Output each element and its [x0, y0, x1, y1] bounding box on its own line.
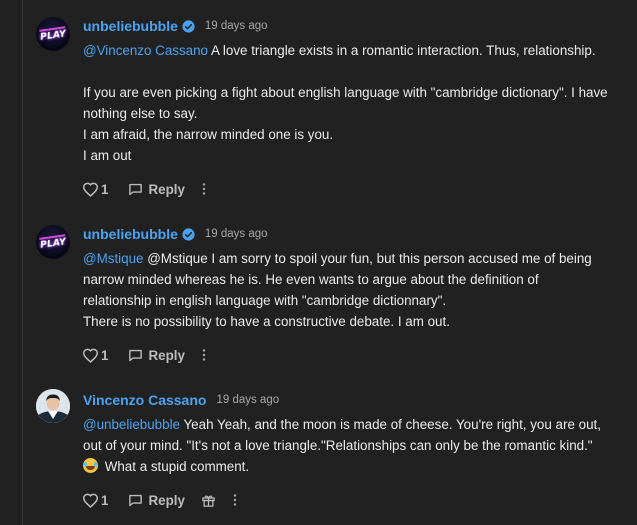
more-options-button[interactable]	[201, 182, 207, 196]
comment-header: unbeliebubble 19 days ago	[83, 224, 268, 244]
reply-label: Reply	[148, 347, 185, 363]
comment-line: out of your mind. "It's not a love trian…	[83, 438, 593, 453]
mention-link[interactable]: @Mstique	[83, 251, 143, 266]
author-name[interactable]: Vincenzo Cassano	[83, 392, 206, 408]
comment-line: If you are even picking a fight about en…	[83, 85, 608, 100]
comment-body: @unbeliebubble Yeah Yeah, and the moon i…	[83, 414, 623, 477]
more-vertical-icon	[202, 183, 206, 195]
thread-line	[22, 0, 23, 525]
reply-label: Reply	[148, 181, 185, 197]
gift-button[interactable]	[201, 493, 216, 508]
comment-line: There is no possibility to have a constr…	[83, 314, 450, 329]
mention-link[interactable]: @Vincenzo Cassano	[83, 43, 208, 58]
like-button[interactable]: 1	[82, 493, 108, 508]
verified-badge-icon	[182, 19, 195, 33]
reply-button[interactable]: Reply	[128, 492, 185, 508]
comment-line: @Mstique @Mstique I am sorry to spoil yo…	[83, 248, 623, 269]
comment-text: Yeah Yeah, and the moon is made of chees…	[180, 417, 601, 432]
reply-bubble-icon	[129, 183, 143, 195]
verified-badge-icon	[182, 227, 195, 241]
comment-body: @Mstique @Mstique I am sorry to spoil yo…	[83, 248, 623, 332]
reply-bubble-icon	[129, 494, 143, 506]
like-count: 1	[101, 347, 109, 363]
comment-line: What a stupid comment.	[83, 456, 623, 477]
heart-icon	[82, 493, 99, 508]
avatar[interactable]: PLAY	[36, 225, 70, 259]
mention-link[interactable]: @unbeliebubble	[83, 417, 180, 432]
comment-header: unbeliebubble 19 days ago	[83, 16, 268, 36]
more-vertical-icon	[202, 349, 206, 361]
heart-icon	[82, 182, 99, 197]
like-button[interactable]: 1	[82, 182, 108, 197]
avatar-logo-text: PLAY	[39, 233, 67, 251]
more-options-button[interactable]	[201, 348, 207, 362]
heart-icon	[82, 348, 99, 363]
avatar-logo-text: PLAY	[39, 25, 67, 43]
comment-line: @unbeliebubble Yeah Yeah, and the moon i…	[83, 414, 623, 435]
reply-label: Reply	[148, 492, 185, 508]
comment-line: narrow minded whereas he is. He even wan…	[83, 272, 539, 287]
like-button[interactable]: 1	[82, 348, 108, 363]
comment-text: A love triangle exists in a romantic int…	[208, 43, 596, 58]
comment-header: Vincenzo Cassano 19 days ago	[83, 390, 279, 410]
reply-button[interactable]: Reply	[128, 347, 185, 363]
comment-line: I am out	[83, 148, 132, 163]
comment-actions: 1 Reply	[82, 179, 207, 199]
reply-bubble-icon	[129, 349, 143, 361]
avatar[interactable]: PLAY	[36, 17, 70, 51]
comment-actions: 1 Reply	[82, 345, 207, 365]
timestamp: 19 days ago	[216, 394, 280, 406]
more-options-button[interactable]	[232, 493, 238, 507]
comment-line: I am afraid, the narrow minded one is yo…	[83, 127, 334, 142]
comment-line: @Vincenzo Cassano A love triangle exists…	[83, 40, 623, 61]
comment-line: relationship in english language with "c…	[83, 293, 447, 308]
timestamp: 19 days ago	[204, 20, 268, 32]
author-name[interactable]: unbeliebubble	[83, 18, 178, 34]
reply-button[interactable]: Reply	[128, 181, 185, 197]
comment-body: @Vincenzo Cassano A love triangle exists…	[83, 40, 623, 166]
joy-emoji-icon	[83, 458, 98, 473]
timestamp: 19 days ago	[204, 228, 268, 240]
comment-text: What a stupid comment.	[101, 459, 250, 474]
like-count: 1	[101, 492, 109, 508]
comment-text: @Mstique I am sorry to spoil your fun, b…	[143, 251, 592, 266]
comment-actions: 1 Reply	[82, 490, 238, 510]
author-name[interactable]: unbeliebubble	[83, 226, 178, 242]
comment-line: nothing else to say.	[83, 106, 198, 121]
avatar[interactable]	[36, 389, 70, 423]
user-photo-icon	[36, 389, 70, 423]
gift-icon	[202, 494, 215, 507]
more-vertical-icon	[233, 494, 237, 506]
like-count: 1	[101, 181, 109, 197]
